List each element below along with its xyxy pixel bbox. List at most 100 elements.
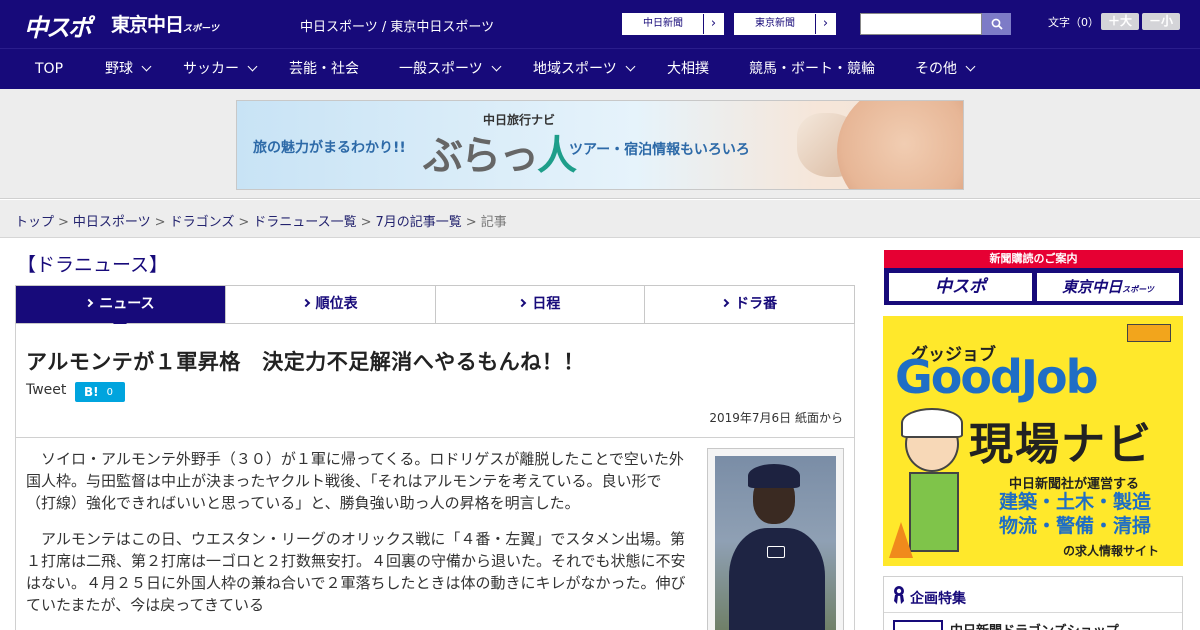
breadcrumb-separator: > [238,215,250,230]
chunichi-shimbun-link[interactable]: 中日新聞 › [622,13,724,35]
site-title: 中日スポーツ / 東京中日スポーツ [300,20,495,35]
ribbon-icon [894,586,904,604]
ad-text-right: ツアー・宿泊情報もいろいろ [569,142,750,158]
nav-item-soccer[interactable]: サッカー [183,49,258,90]
chevron-right-icon [301,298,310,308]
nav-label: 大相撲 [667,61,709,77]
search-button[interactable] [982,13,1011,35]
chevron-down-icon [141,61,152,72]
tokyo-logo-small: スポーツ [183,24,219,34]
goodjob-navi: 現場ナビ [969,419,1153,470]
subscribe-tokyo-small: スポーツ [1122,285,1154,294]
traffic-cone-icon [889,522,913,558]
article-paragraph: アルモンテはこの日、ウエスタン・リーグのオリックス戦に「４番・左翼」でスタメン出… [26,530,686,614]
tab-news[interactable]: ニュース [16,286,226,331]
main-nav: TOP 野球 サッカー 芸能・社会 一般スポーツ 地域スポーツ 大相撲 競馬・ボ… [0,48,1200,89]
goodjob-tagline: の求人情報サイト [1063,544,1160,558]
tokyo-logo-text: 東京中日 [111,14,184,36]
nav-label: 芸能・社会 [289,61,359,77]
divider [884,612,1182,613]
goodjob-industries: 建築・土木・製造 物流・警備・清掃 [999,490,1151,538]
player-photo[interactable] [715,456,836,630]
breadcrumb-link[interactable]: 中日スポーツ [73,215,151,230]
worker-body [909,472,959,552]
player-cap [748,464,800,488]
site-header: 中スポ 東京中日スポーツ 中日スポーツ / 東京中日スポーツ 中日新聞 › 東京… [0,0,1200,48]
font-size-label: 文字（0） [1048,16,1099,29]
tab-schedule[interactable]: 日程 [436,286,646,323]
article-date: 2019年7月6日 紙面から [709,411,843,425]
article-paragraph: ソイロ・アルモンテ外野手（３０）が１軍に帰ってくる。ロドリゲスが離脱したことで空… [26,450,684,512]
nav-item-baseball[interactable]: 野球 [105,49,152,90]
nav-item-top[interactable]: TOP [35,49,63,90]
breadcrumb-bar: トップ > 中日スポーツ > ドラゴンズ > ドラニュース一覧 >7月の記事一覧 > 記事 [0,200,1200,238]
ad-brand-big: ぶらっ人 [423,123,577,181]
goodjob-ad[interactable]: グッジョブ GoodJob 現場ナビ 中日新聞社が運営する 建築・土木・製造 物流… [883,316,1183,566]
breadcrumb-link[interactable]: 7月の記事一覧 [376,215,462,230]
feature-thumbnail[interactable] [893,620,943,630]
nav-label: 一般スポーツ [399,61,483,77]
tab-standings[interactable]: 順位表 [226,286,436,323]
nav-item-entertainment[interactable]: 芸能・社会 [289,49,359,90]
uniform-logo [767,546,785,558]
chevron-right-icon: › [703,14,723,34]
model-image [837,101,963,189]
chevron-down-icon [965,61,976,72]
nav-label: サッカー [183,61,239,77]
truck-icon [1127,324,1171,342]
nav-item-local-sports[interactable]: 地域スポーツ [533,49,636,90]
breadcrumb-link[interactable]: トップ [15,215,54,230]
search-icon [991,18,1003,30]
chevron-right-icon [518,298,527,308]
player-uniform [729,528,825,630]
travel-ad-banner[interactable]: 旅の魅力がまるわかり!! 中日旅行ナビ ぶらっ人 ツアー・宿泊情報もいろいろ [236,100,964,190]
tokyo-chunichi-logo[interactable]: 東京中日スポーツ [111,10,219,37]
ext-link-label: 中日新聞 [643,18,683,29]
ad-brand-part: ぶらっ [423,132,539,179]
nav-label: TOP [35,61,64,77]
tab-dora-ban[interactable]: ドラ番 [645,286,854,323]
subscribe-tokyo-label: 東京中日 [1062,278,1123,296]
ad-text-left: 旅の魅力がまるわかり!! [253,140,406,156]
nav-label: 地域スポーツ [533,61,617,77]
breadcrumb-link[interactable]: ドラゴンズ [170,215,235,230]
industries-line: 物流・警備・清掃 [999,515,1152,537]
feature-item-link[interactable]: 中日新聞ドラゴンズショップ [950,620,1119,630]
subscribe-tokyo-button[interactable]: 東京中日スポーツ [1037,273,1179,301]
breadcrumb-separator: > [360,215,372,230]
nav-label: 競馬・ボート・競輪 [749,61,875,77]
breadcrumb-current: 記事 [480,215,507,230]
nav-item-sumo[interactable]: 大相撲 [667,49,709,90]
nav-label: その他 [915,61,957,77]
subscription-heading: 新聞購読のご案内 [884,250,1183,268]
nav-item-racing[interactable]: 競馬・ボート・競輪 [749,49,875,90]
tab-label: ドラ番 [735,296,778,312]
chevron-right-icon [720,298,730,308]
tab-label: 順位表 [315,296,358,312]
subscribe-chuspo-button[interactable]: 中スポ [889,273,1032,301]
hatena-icon: B! [84,385,99,399]
tweet-button[interactable]: Tweet [26,382,66,398]
tokyo-shimbun-link[interactable]: 東京新聞 › [734,13,836,35]
breadcrumb: トップ > 中日スポーツ > ドラゴンズ > ドラニュース一覧 >7月の記事一覧 > 記事 [15,211,507,230]
breadcrumb-separator: > [154,215,166,230]
font-size-up-button[interactable]: ＋大 [1101,13,1139,30]
nav-item-general-sports[interactable]: 一般スポーツ [399,49,502,90]
search-input[interactable] [860,13,982,35]
nav-item-other[interactable]: その他 [915,49,976,90]
goodjob-title: GoodJob [895,350,1099,404]
breadcrumb-separator: > [58,215,69,230]
chevron-down-icon [625,61,636,72]
chevron-right-icon: › [815,14,835,34]
news-tabs: ニュース 順位表 日程 ドラ番 [15,285,855,331]
chevron-down-icon [491,61,502,72]
divider [15,437,855,438]
chuspo-logo[interactable]: 中スポ [24,8,92,43]
chevron-right-icon [84,298,94,308]
article-headline: アルモンテが１軍昇格 決定力不足解消へやるもんね！！ [26,350,585,374]
font-size-down-button[interactable]: －小 [1142,13,1180,30]
hatena-bookmark-button[interactable]: B! 0 [75,382,125,402]
hatena-count: 0 [106,386,113,398]
breadcrumb-link[interactable]: ドラニュース一覧 [253,215,356,230]
feature-title: 企画特集 [910,591,966,607]
